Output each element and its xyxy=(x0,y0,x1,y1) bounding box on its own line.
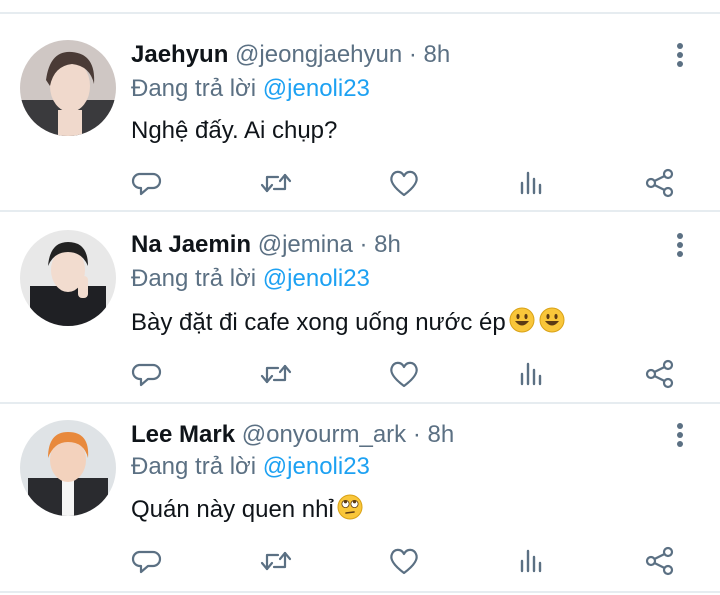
tweet-2[interactable]: Na Jaemin @jemina · 8h Đang trả lời @jen… xyxy=(0,212,720,402)
share-icon[interactable] xyxy=(642,543,678,579)
share-icon[interactable] xyxy=(642,165,678,201)
user-handle[interactable]: @jeongjaehyun xyxy=(235,41,402,68)
tweet-header: Lee Mark @onyourm_ark · 8h xyxy=(131,420,454,450)
timestamp[interactable]: 8h xyxy=(428,421,455,448)
tweet-header: Jaehyun @jeongjaehyun · 8h xyxy=(131,40,450,70)
analytics-icon[interactable] xyxy=(514,543,550,579)
retweet-icon[interactable] xyxy=(258,165,294,201)
analytics-icon[interactable] xyxy=(514,356,550,392)
tweet-text: Nghệ đấy. Ai chụp? xyxy=(131,116,337,146)
avatar[interactable] xyxy=(20,420,116,516)
rolling-eyes-face-icon xyxy=(336,493,364,529)
timestamp[interactable]: 8h xyxy=(424,41,451,68)
tweet-3[interactable]: Lee Mark @onyourm_ark · 8h Đang trả lời … xyxy=(0,404,720,595)
tweet-actions xyxy=(0,543,720,579)
tweet-text-content: Nghệ đấy. Ai chụp? xyxy=(131,117,338,144)
separator-dot: · xyxy=(412,421,421,448)
user-handle[interactable]: @jemina xyxy=(258,231,353,258)
reply-icon[interactable] xyxy=(129,165,165,201)
like-icon[interactable] xyxy=(386,543,422,579)
analytics-icon[interactable] xyxy=(514,165,550,201)
more-vertical-icon[interactable] xyxy=(668,40,692,70)
reply-icon[interactable] xyxy=(129,356,165,392)
tweet-1[interactable]: Jaehyun @jeongjaehyun · 8h Đang trả lời … xyxy=(0,14,720,210)
tweet-header: Na Jaemin @jemina · 8h xyxy=(131,230,401,260)
display-name[interactable]: Na Jaemin xyxy=(131,231,251,258)
separator-dot: · xyxy=(408,41,417,68)
reply-mention[interactable]: @jenoli23 xyxy=(263,265,370,292)
like-icon[interactable] xyxy=(386,356,422,392)
share-icon[interactable] xyxy=(642,356,678,392)
display-name[interactable]: Jaehyun xyxy=(131,41,228,68)
retweet-icon[interactable] xyxy=(258,356,294,392)
grinning-face-icon xyxy=(538,306,566,342)
tweet-text: Quán này quen nhỉ xyxy=(131,493,364,529)
reply-mention[interactable]: @jenoli23 xyxy=(263,75,370,102)
more-vertical-icon[interactable] xyxy=(668,230,692,260)
reply-prefix: Đang trả lời xyxy=(131,265,257,292)
like-icon[interactable] xyxy=(386,165,422,201)
reply-mention[interactable]: @jenoli23 xyxy=(263,453,370,480)
tweet-text-content: Quán này quen nhỉ xyxy=(131,496,334,523)
more-vertical-icon[interactable] xyxy=(668,420,692,450)
bottom-divider xyxy=(0,591,720,593)
reply-context: Đang trả lời @jenoli23 xyxy=(131,264,370,294)
tweet-actions xyxy=(0,356,720,392)
user-handle[interactable]: @onyourm_ark xyxy=(242,421,406,448)
reply-icon[interactable] xyxy=(129,543,165,579)
reply-prefix: Đang trả lời xyxy=(131,453,257,480)
retweet-icon[interactable] xyxy=(258,543,294,579)
tweet-text: Bày đặt đi cafe xong uống nước ép xyxy=(131,306,566,342)
display-name[interactable]: Lee Mark xyxy=(131,421,235,448)
grinning-face-icon xyxy=(508,306,536,342)
reply-prefix: Đang trả lời xyxy=(131,75,257,102)
timestamp[interactable]: 8h xyxy=(374,231,401,258)
avatar[interactable] xyxy=(20,40,116,136)
reply-context: Đang trả lời @jenoli23 xyxy=(131,452,370,482)
tweet-text-content: Bày đặt đi cafe xong uống nước ép xyxy=(131,309,506,336)
avatar[interactable] xyxy=(20,230,116,326)
separator-dot: · xyxy=(359,231,368,258)
tweet-actions xyxy=(0,165,720,201)
reply-context: Đang trả lời @jenoli23 xyxy=(131,74,370,104)
